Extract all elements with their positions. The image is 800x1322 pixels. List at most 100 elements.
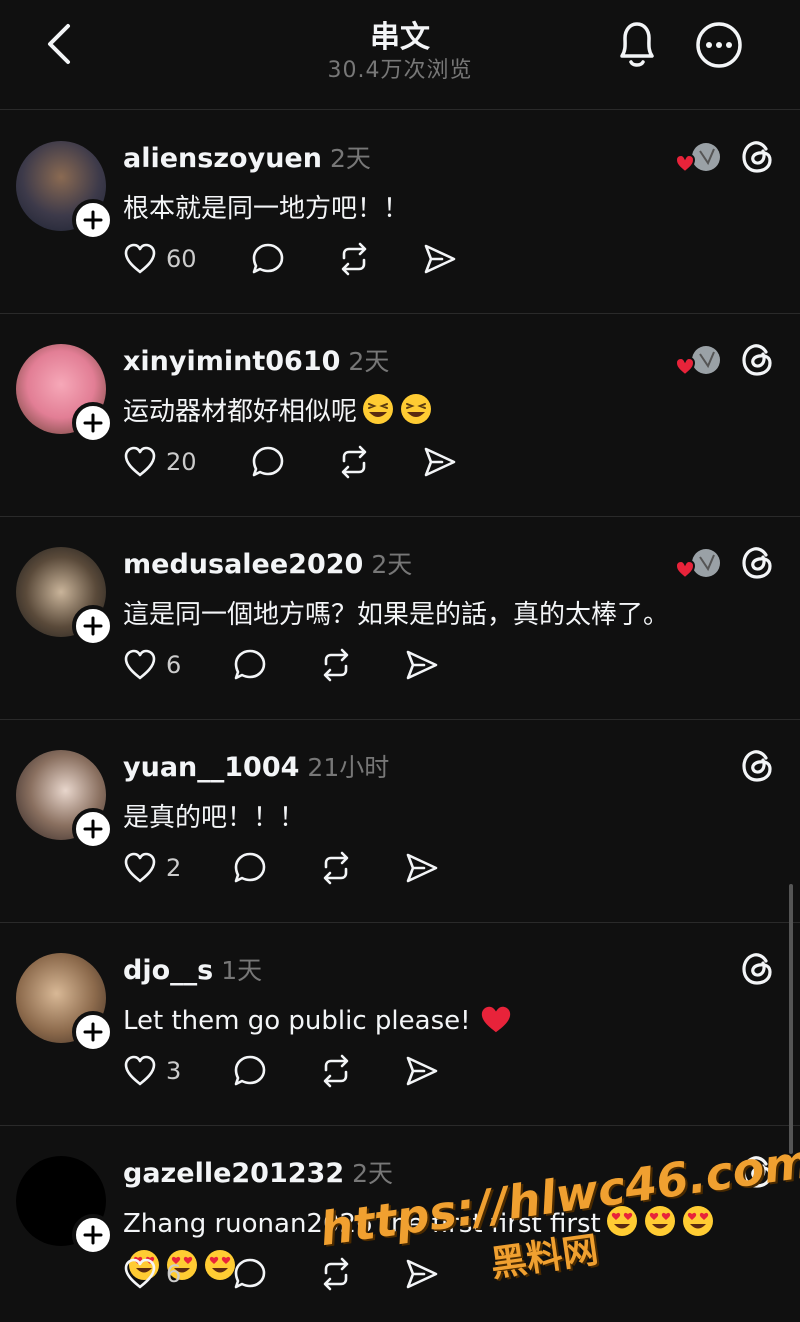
heart-eyes-emoji-icon xyxy=(606,1206,637,1236)
reply-button[interactable] xyxy=(250,237,336,281)
threads-icon[interactable] xyxy=(738,949,778,989)
plus-icon xyxy=(83,413,103,433)
reply-button[interactable] xyxy=(250,440,336,484)
plus-icon xyxy=(83,819,103,839)
share-icon xyxy=(406,1259,438,1289)
comment-text-content: 是真的吧！！！ xyxy=(123,803,306,833)
like-button[interactable]: 6 xyxy=(122,1252,232,1296)
action-bar: 2 xyxy=(122,840,440,896)
repost-button[interactable] xyxy=(318,846,404,890)
heart-icon xyxy=(124,243,156,274)
share-button[interactable] xyxy=(422,440,458,484)
scrollbar[interactable] xyxy=(789,884,793,1154)
comment-icon xyxy=(234,1258,266,1289)
reply-button[interactable] xyxy=(232,1049,318,1093)
share-icon xyxy=(406,1056,438,1086)
liked-heart-icon xyxy=(674,559,696,580)
heart-eyes-emoji-icon xyxy=(644,1206,675,1236)
timestamp: 2天 xyxy=(371,550,413,579)
follow-button[interactable] xyxy=(72,605,114,647)
action-bar: 60 xyxy=(122,231,458,287)
plus-icon xyxy=(83,1022,103,1042)
like-button[interactable]: 20 xyxy=(122,440,250,484)
repost-icon xyxy=(323,851,349,885)
follow-button[interactable] xyxy=(72,808,114,850)
like-button[interactable]: 6 xyxy=(122,643,232,687)
repost-button[interactable] xyxy=(318,1049,404,1093)
plus-icon xyxy=(83,210,103,230)
share-icon xyxy=(424,447,456,477)
laughing-emoji-icon xyxy=(363,394,394,424)
share-button[interactable] xyxy=(404,846,440,890)
follow-button[interactable] xyxy=(72,402,114,444)
comment-text-content: Let them go public please! xyxy=(123,1006,471,1036)
share-button[interactable] xyxy=(422,237,458,281)
like-button[interactable]: 3 xyxy=(122,1049,232,1093)
like-button[interactable]: 2 xyxy=(122,846,232,890)
comment-item[interactable]: gazelle201232 2天 Zhang ruonan2026 the fi… xyxy=(0,1126,800,1322)
plus-icon xyxy=(83,616,103,636)
comment-text: 根本就是同一地方吧！！ xyxy=(123,187,783,231)
username[interactable]: alienszoyuen xyxy=(123,143,322,174)
comment-header: yuan__1004 21小时 xyxy=(123,748,389,784)
threads-icon[interactable] xyxy=(738,137,778,177)
heart-icon xyxy=(124,1055,156,1086)
repost-icon xyxy=(323,1054,349,1088)
reply-button[interactable] xyxy=(232,846,318,890)
share-button[interactable] xyxy=(404,1252,440,1296)
comment-text: Let them go public please! xyxy=(123,999,783,1043)
repost-button[interactable] xyxy=(318,643,404,687)
author-liked-indicator xyxy=(674,141,724,181)
heart-icon xyxy=(124,1258,156,1289)
heart-icon xyxy=(124,446,156,477)
comment-icon xyxy=(234,852,266,883)
comment-text: 运动器材都好相似呢 xyxy=(123,390,783,434)
username[interactable]: medusalee2020 xyxy=(123,549,363,580)
notifications-button[interactable] xyxy=(612,18,662,70)
comment-text-content: 這是同一個地方嗎？如果是的話，真的太棒了。 xyxy=(123,600,670,630)
comment-item[interactable]: xinyimint0610 2天 运动器材都好相似呢 20 xyxy=(0,314,800,517)
heart-icon xyxy=(124,852,156,883)
comment-text: 是真的吧！！！ xyxy=(123,796,783,840)
threads-icon[interactable] xyxy=(738,340,778,380)
action-bar: 6 xyxy=(122,1246,440,1302)
follow-button[interactable] xyxy=(72,1011,114,1053)
reply-button[interactable] xyxy=(232,1252,318,1296)
threads-icon[interactable] xyxy=(738,543,778,583)
like-button[interactable]: 60 xyxy=(122,237,250,281)
repost-icon xyxy=(323,648,349,682)
username[interactable]: djo__s xyxy=(123,955,213,986)
follow-button[interactable] xyxy=(72,1214,114,1256)
threads-icon[interactable] xyxy=(738,746,778,786)
liked-heart-icon xyxy=(674,153,696,174)
comment-icon xyxy=(234,649,266,680)
comment-item[interactable]: medusalee2020 2天 這是同一個地方嗎？如果是的話，真的太棒了。 6 xyxy=(0,517,800,720)
like-count: 6 xyxy=(166,651,182,679)
share-button[interactable] xyxy=(404,1049,440,1093)
heart-eyes-emoji-icon xyxy=(682,1206,713,1236)
action-bar: 3 xyxy=(122,1043,440,1099)
more-options-button[interactable] xyxy=(694,20,744,70)
comment-header: xinyimint0610 2天 xyxy=(123,342,389,378)
comment-header: alienszoyuen 2天 xyxy=(123,139,371,175)
timestamp: 2天 xyxy=(352,1159,394,1188)
username[interactable]: yuan__1004 xyxy=(123,752,299,783)
username[interactable]: xinyimint0610 xyxy=(123,346,340,377)
author-liked-indicator xyxy=(674,547,724,587)
repost-button[interactable] xyxy=(318,1252,404,1296)
follow-button[interactable] xyxy=(72,199,114,241)
share-button[interactable] xyxy=(404,643,440,687)
comment-header: djo__s 1天 xyxy=(123,951,262,987)
bell-icon xyxy=(620,22,654,67)
comment-item[interactable]: djo__s 1天 Let them go public please! 3 xyxy=(0,923,800,1126)
threads-icon[interactable] xyxy=(738,1152,778,1192)
repost-button[interactable] xyxy=(336,440,422,484)
comment-item[interactable]: yuan__1004 21小时 是真的吧！！！ 2 xyxy=(0,720,800,923)
username[interactable]: gazelle201232 xyxy=(123,1158,344,1189)
comment-text: 這是同一個地方嗎？如果是的話，真的太棒了。 xyxy=(123,593,783,637)
comment-item[interactable]: alienszoyuen 2天 根本就是同一地方吧！！ 60 xyxy=(0,111,800,314)
share-icon xyxy=(406,853,438,883)
reply-button[interactable] xyxy=(232,643,318,687)
comment-text-content: Zhang ruonan2026 the first first first xyxy=(123,1209,601,1239)
repost-button[interactable] xyxy=(336,237,422,281)
